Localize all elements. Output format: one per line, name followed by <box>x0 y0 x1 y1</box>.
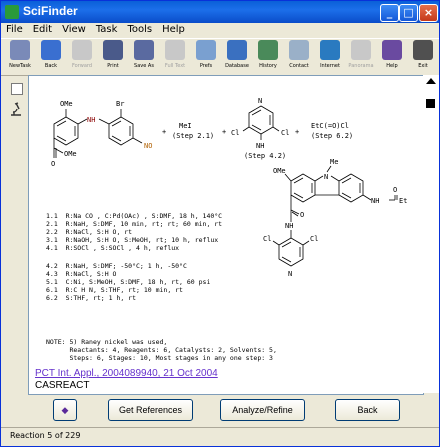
reaction-note-line: NOTE: 5) Raney nickel was used, <box>46 338 168 346</box>
back-button[interactable]: Back <box>335 399 400 421</box>
toolbar-label: Back <box>44 63 58 69</box>
menu-help[interactable]: Help <box>157 23 190 35</box>
reaction-step-line: 2.1 R:NaH, S:DMF, 10 min, rt; rt; 60 min… <box>46 220 223 228</box>
toolbar-button-print[interactable]: Print <box>98 40 128 73</box>
reaction-detail-panel: OMe Br NH NO OMe O + MeI (Step 2.1) + N … <box>28 75 424 395</box>
history-icon <box>258 40 278 60</box>
toolbar-button-exit[interactable]: Exit <box>408 40 438 73</box>
toolbar-button-save-as[interactable]: Save As <box>129 40 159 73</box>
globe-icon <box>320 40 340 60</box>
toolbar: NewTask Back Forward Print Save As Full Text P… <box>1 38 439 76</box>
product-me-label: Me <box>330 158 338 166</box>
printer-icon <box>103 40 123 60</box>
reaction-step-line: 1.1 R:Na CO , C:Pd(OAc) , S:DMF, 18 h, 1… <box>46 212 223 220</box>
preferences-icon <box>196 40 216 60</box>
select-checkbox[interactable] <box>11 83 23 95</box>
product-amide-nh-label: NH <box>371 197 379 205</box>
toolbar-button-internet[interactable]: Internet <box>315 40 345 73</box>
contact-icon <box>289 40 309 60</box>
full-text-icon <box>165 40 185 60</box>
exit-icon <box>413 40 433 60</box>
maximize-button[interactable]: □ <box>399 4 418 22</box>
scroll-thumb[interactable] <box>426 99 435 108</box>
toolbar-label: Forward <box>71 63 93 69</box>
toolbar-button-back[interactable]: Back <box>36 40 66 73</box>
toolbar-button-panorama[interactable]: Panorama <box>346 40 376 73</box>
save-icon <box>134 40 154 60</box>
toolbar-button-full-text[interactable]: Full Text <box>160 40 190 73</box>
toolbar-button-help[interactable]: Help <box>377 40 407 73</box>
reaction-step-line: 6.1 R:C H N, S:THF, rt; 10 min, rt <box>46 286 183 294</box>
product-cl-left: Cl <box>263 235 271 243</box>
product-carbonyl-o-label: O <box>300 211 304 219</box>
close-button[interactable]: × <box>419 4 438 22</box>
reaction-step-line: 4.3 R:NaCl, S:H O <box>46 270 117 278</box>
help-icon <box>382 40 402 60</box>
toolbar-label: Save As <box>134 63 154 69</box>
help-diamond-button[interactable]: ◆ <box>53 399 77 421</box>
panorama-icon <box>351 40 371 60</box>
reference-link[interactable]: PCT Int. Appl., 2004089940, 21 Oct 2004 <box>35 368 218 379</box>
product-et-label: Et <box>399 197 407 205</box>
menu-tools[interactable]: Tools <box>122 23 157 35</box>
reaction-step-line: 4.1 R:SOCl , S:SOCl , 4 h, reflux <box>46 244 180 252</box>
scroll-up-icon[interactable] <box>426 78 436 84</box>
product-n-label: N <box>324 173 328 181</box>
status-bar: Reaction 5 of 229 <box>1 427 439 446</box>
database-icon <box>227 40 247 60</box>
toolbar-label: History <box>259 63 277 69</box>
reaction-step-line: 6.2 S:THF, rt; 1 h, rt <box>46 294 137 302</box>
menu-file[interactable]: File <box>1 23 28 35</box>
reaction-step-line: 5.1 C:Ni, S:MeOH, S:DMF, 18 h, rt, 60 ps… <box>46 278 211 286</box>
toolbar-button-history[interactable]: History <box>253 40 283 73</box>
reaction-note-line: Steps: 6, Stages: 10, Most stages in any… <box>46 354 273 362</box>
toolbar-label: Exit <box>418 63 428 69</box>
left-sidebar <box>1 75 27 393</box>
toolbar-label: Internet <box>320 63 340 69</box>
product-nh-label: NH <box>285 222 293 230</box>
analyze-refine-button[interactable]: Analyze/Refine <box>220 399 305 421</box>
toolbar-button-prefs[interactable]: Prefs <box>191 40 221 73</box>
scifinder-window: SciFinder _ □ × File Edit View Task Tools Hel… <box>0 0 440 447</box>
status-text: Reaction 5 of 229 <box>10 431 81 440</box>
toolbar-button-database[interactable]: Database <box>222 40 252 73</box>
menu-edit[interactable]: Edit <box>28 23 57 35</box>
window-title: SciFinder <box>23 4 78 18</box>
toolbar-label: Full Text <box>164 63 186 69</box>
minimize-button[interactable]: _ <box>380 4 399 22</box>
toolbar-label: NewTask <box>9 63 31 69</box>
reaction-step-line: 2.2 R:NaCl, S:H O, rt <box>46 228 133 236</box>
product-amide-o-label: O <box>393 186 397 194</box>
toolbar-label: Database <box>225 63 249 69</box>
toolbar-button-newtask[interactable]: NewTask <box>5 40 35 73</box>
product-pyridine-n-label: N <box>288 270 292 278</box>
product-ome-label: OMe <box>273 167 286 175</box>
microscope-icon[interactable] <box>8 101 24 117</box>
back-arrow-icon <box>41 40 61 60</box>
new-task-icon <box>10 40 30 60</box>
action-bar: ◆ Get References Analyze/Refine Back <box>1 395 439 425</box>
toolbar-button-forward[interactable]: Forward <box>67 40 97 73</box>
menu-view[interactable]: View <box>57 23 91 35</box>
forward-arrow-icon <box>72 40 92 60</box>
database-label: CASREACT <box>35 380 90 391</box>
toolbar-label: Help <box>386 63 398 69</box>
menu-bar: File Edit View Task Tools Help <box>1 23 439 38</box>
title-bar: SciFinder _ □ × <box>1 1 439 23</box>
reaction-step-line: 4.2 R:NaH, S:DMF; -50°C; 1 h, -50°C <box>46 262 187 270</box>
toolbar-label: Panorama <box>348 63 374 69</box>
toolbar-button-contact[interactable]: Contact <box>284 40 314 73</box>
toolbar-label: Contact <box>289 63 309 69</box>
toolbar-label: Prefs <box>199 63 213 69</box>
toolbar-label: Print <box>107 63 119 69</box>
menu-task[interactable]: Task <box>91 23 123 35</box>
reaction-step-line: 3.1 R:NaOH, S:H O, S:MeOH, rt; 10 h, ref… <box>46 236 219 244</box>
scifinder-app-icon <box>5 5 19 19</box>
reaction-note-line: Reactants: 4, Reagents: 6, Catalysts: 2,… <box>46 346 277 354</box>
get-references-button[interactable]: Get References <box>108 399 193 421</box>
vertical-scrollbar[interactable] <box>423 75 439 393</box>
product-cl-right: Cl <box>310 235 318 243</box>
